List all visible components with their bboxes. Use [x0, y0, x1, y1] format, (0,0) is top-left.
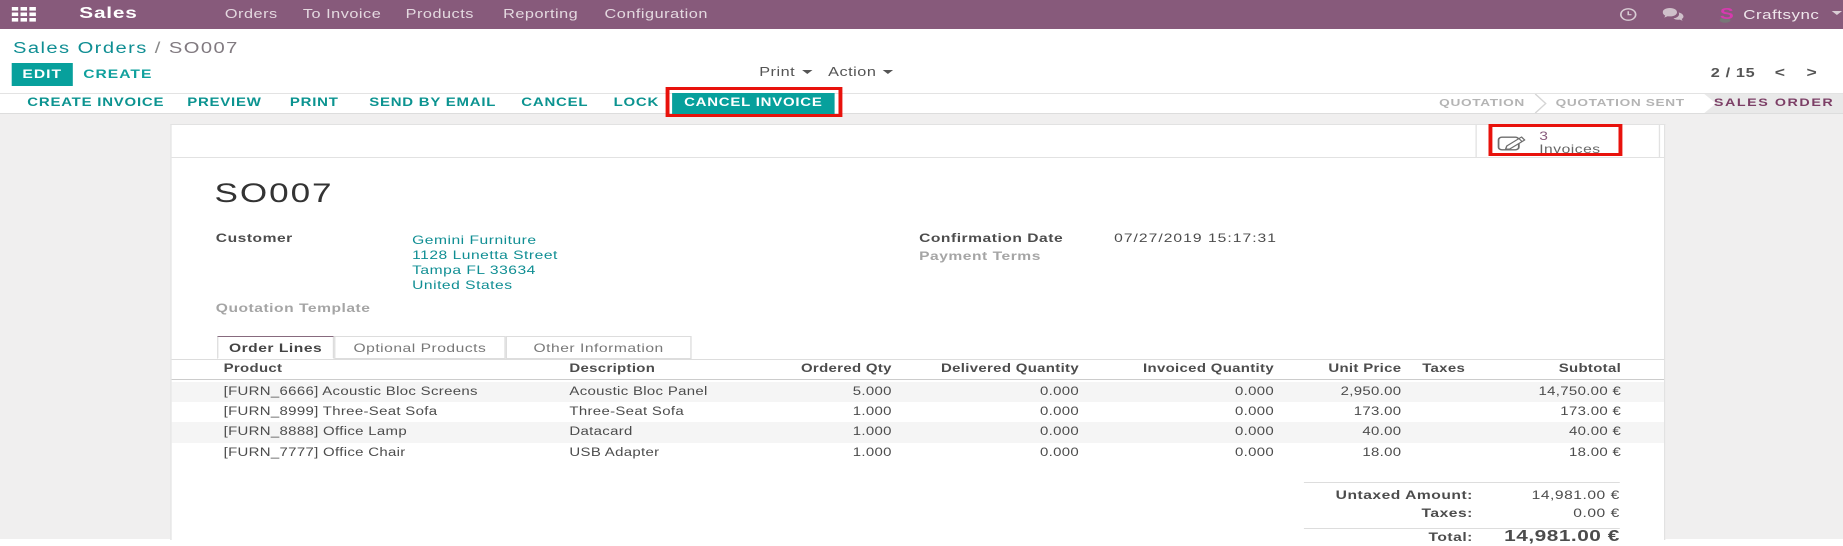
svg-text:S: S [1720, 5, 1734, 22]
